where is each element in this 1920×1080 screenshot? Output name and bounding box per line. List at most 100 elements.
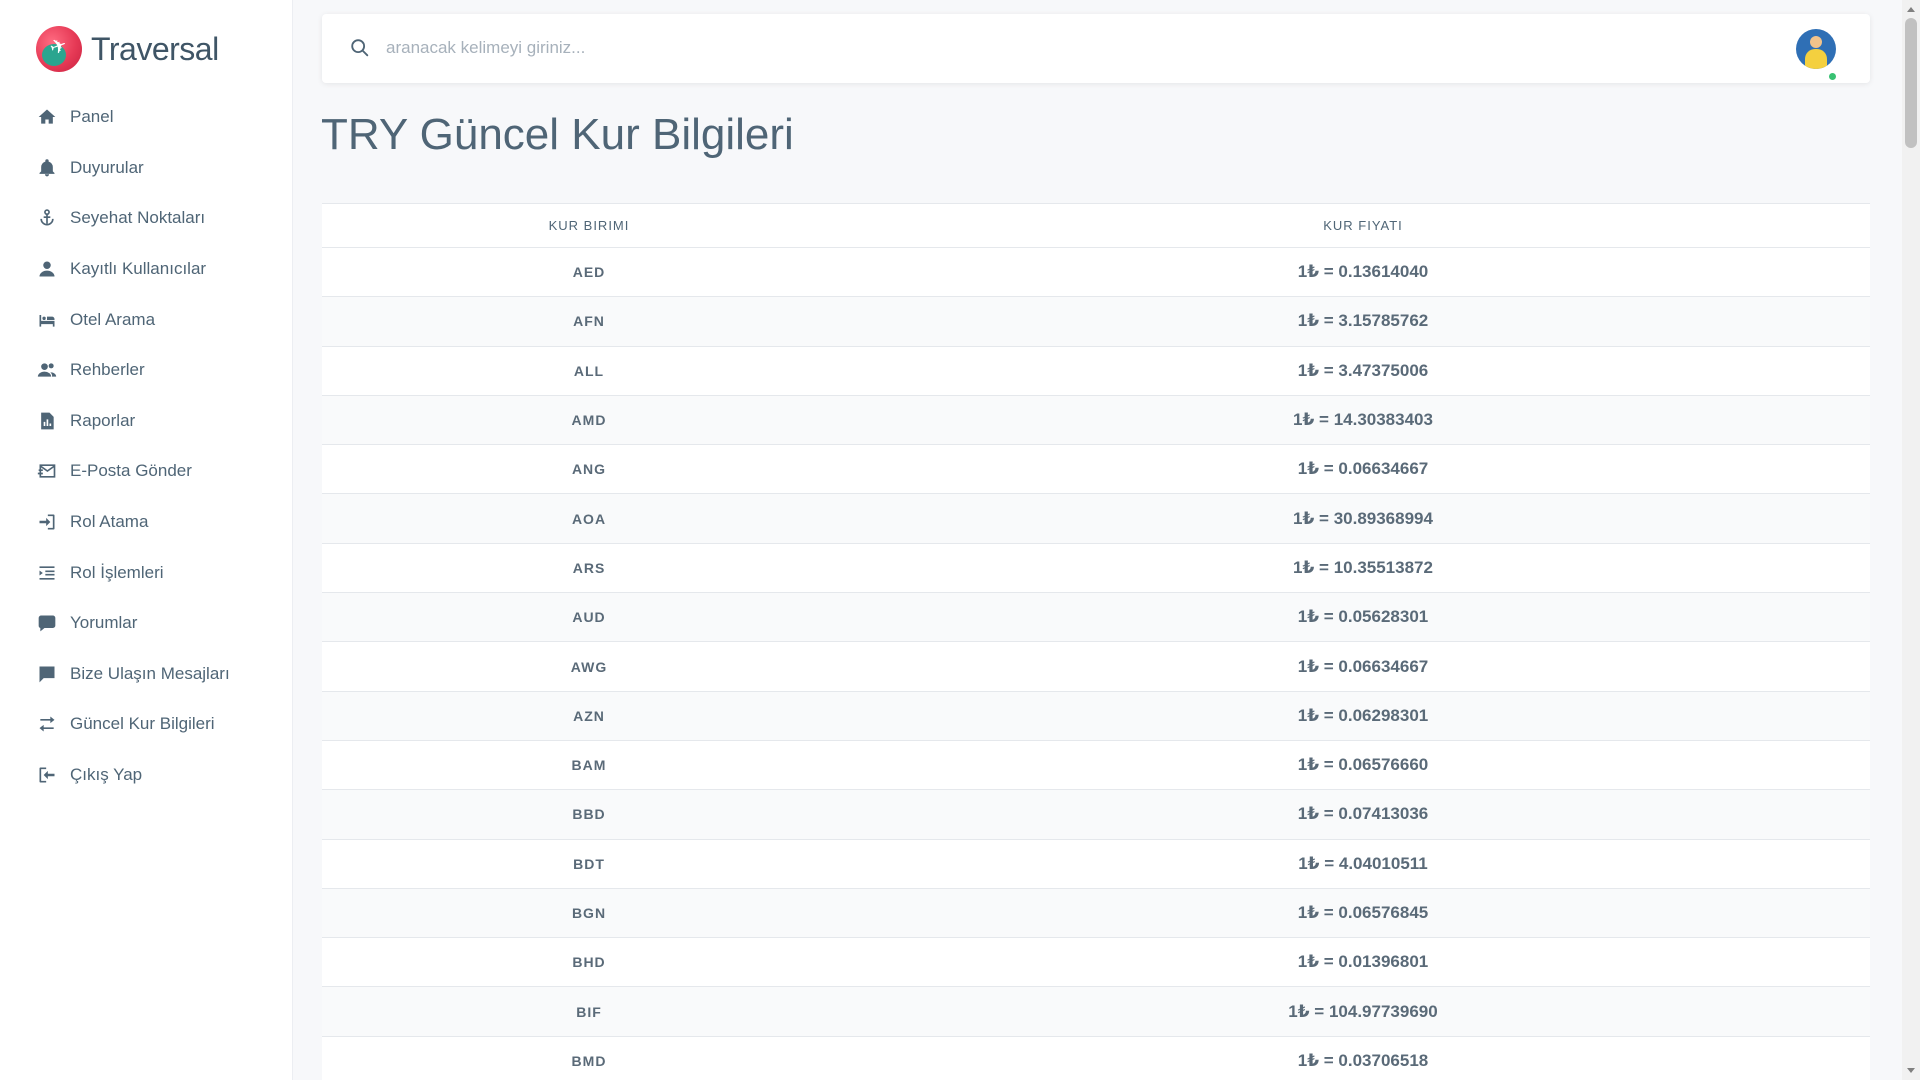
- table-row: AUD 1₺ = 0.05628301: [322, 592, 1870, 643]
- currency-code-cell: AZN: [322, 691, 856, 741]
- currency-code-cell: AUD: [322, 592, 856, 643]
- exchange-rate-cell: 1₺ = 0.06298301: [856, 691, 1870, 741]
- exchange-rate-cell: 1₺ = 14.30383403: [856, 395, 1870, 446]
- currency-code-cell: BBD: [322, 789, 856, 840]
- table-row: ARS 1₺ = 10.35513872: [322, 543, 1870, 594]
- search-input[interactable]: [386, 32, 1686, 64]
- sidebar-item-cikis-yap[interactable]: Çıkış Yap: [0, 750, 293, 801]
- sidebar-item-panel[interactable]: Panel: [0, 92, 293, 143]
- table-row: AWG 1₺ = 0.06634667: [322, 641, 1870, 692]
- table-row: AZN 1₺ = 0.06298301: [322, 691, 1870, 741]
- sidebar-item-rol-i-slemleri[interactable]: Rol İşlemleri: [0, 547, 293, 598]
- list-indent-icon: [36, 562, 58, 584]
- sidebar-item-label: Rol İşlemleri: [70, 562, 164, 582]
- exchange-rate-cell: 1₺ = 0.06634667: [856, 641, 1870, 692]
- logout-icon: [36, 764, 58, 786]
- page-scrollbar[interactable]: [1902, 0, 1920, 1080]
- exchange-rate-cell: 1₺ = 104.97739690: [856, 986, 1870, 1037]
- currency-code-cell: BGN: [322, 888, 856, 939]
- table-row: AFN 1₺ = 3.15785762: [322, 296, 1870, 347]
- sidebar-item-label: Kayıtlı Kullanıcılar: [70, 259, 207, 279]
- table-row: BAM 1₺ = 0.06576660: [322, 740, 1870, 791]
- exchange-rate-cell: 1₺ = 0.01396801: [856, 937, 1870, 988]
- exchange-rate-cell: 1₺ = 0.07413036: [856, 789, 1870, 840]
- users-icon: [36, 359, 58, 381]
- sidebar-item-raporlar[interactable]: Raporlar: [0, 396, 293, 447]
- comment-icon: [36, 612, 58, 634]
- currency-code-cell: AED: [322, 247, 856, 298]
- sidebar-item-seyehat-noktalari[interactable]: Seyehat Noktaları: [0, 193, 293, 244]
- exchange-rate-cell: 1₺ = 3.47375006: [856, 346, 1870, 396]
- anchor-icon: [36, 207, 58, 229]
- column-header-rate[interactable]: KUR FIYATI: [856, 203, 1870, 248]
- table-row: BHD 1₺ = 0.01396801: [322, 937, 1870, 988]
- sidebar-item-rehberler[interactable]: Rehberler: [0, 345, 293, 396]
- exchange-rate-cell: 1₺ = 0.03706518: [856, 1036, 1870, 1080]
- sidebar-item-label: Güncel Kur Bilgileri: [70, 714, 215, 734]
- table-row: ANG 1₺ = 0.06634667: [322, 444, 1870, 495]
- table-row: BIF 1₺ = 104.97739690: [322, 986, 1870, 1037]
- sidebar-item-bize-ulasin-mesajlari[interactable]: Bize Ulaşın Mesajları: [0, 649, 293, 700]
- currency-code-cell: AFN: [322, 296, 856, 347]
- table-row: BMD 1₺ = 0.03706518: [322, 1036, 1870, 1080]
- table-body: AED 1₺ = 0.13614040 AFN 1₺ = 3.15785762 ALL 1…: [322, 247, 1870, 1080]
- sidebar-item-label: Raporlar: [70, 410, 136, 430]
- exchange-icon: [36, 713, 58, 735]
- sidebar-item-kayitli-kullanicilar[interactable]: Kayıtlı Kullanıcılar: [0, 244, 293, 295]
- sidebar: Traversal Panel Duyurular Seyehat Noktalar…: [0, 0, 293, 1080]
- login-icon: [36, 511, 58, 533]
- exchange-rate-cell: 1₺ = 30.89368994: [856, 493, 1870, 544]
- avatar-body: [1805, 49, 1827, 69]
- brand-logo-icon: [36, 26, 82, 72]
- exchange-rate-cell: 1₺ = 10.35513872: [856, 543, 1870, 594]
- sidebar-item-guncel-kur-bilgileri[interactable]: Güncel Kur Bilgileri: [0, 699, 293, 750]
- table-row: ALL 1₺ = 3.47375006: [322, 346, 1870, 396]
- brand[interactable]: Traversal: [36, 26, 219, 72]
- table-row: AED 1₺ = 0.13614040: [322, 247, 1870, 298]
- sidebar-item-label: Rehberler: [70, 360, 145, 380]
- report-icon: [36, 410, 58, 432]
- search-bar: [322, 14, 1870, 83]
- sidebar-item-label: Duyurular: [70, 157, 144, 177]
- page-title: TRY Güncel Kur Bilgileri: [321, 110, 794, 159]
- bell-icon: [36, 157, 58, 179]
- scroll-thumb[interactable]: [1905, 18, 1917, 148]
- sidebar-item-label: Yorumlar: [70, 613, 138, 633]
- currency-code-cell: AOA: [322, 493, 856, 544]
- avatar[interactable]: [1796, 29, 1836, 69]
- column-header-currency[interactable]: KUR BIRIMI: [322, 203, 856, 248]
- exchange-rate-cell: 1₺ = 0.13614040: [856, 247, 1870, 298]
- currency-code-cell: BAM: [322, 740, 856, 791]
- currency-code-cell: BHD: [322, 937, 856, 988]
- table-row: BBD 1₺ = 0.07413036: [322, 789, 1870, 840]
- currency-code-cell: ANG: [322, 444, 856, 495]
- brand-name: Traversal: [91, 30, 219, 67]
- currency-code-cell: AWG: [322, 641, 856, 692]
- user-icon: [36, 258, 58, 280]
- table-row: AOA 1₺ = 30.89368994: [322, 493, 1870, 544]
- currency-code-cell: ARS: [322, 543, 856, 594]
- table-row: BGN 1₺ = 0.06576845: [322, 888, 1870, 939]
- exchange-rate-cell: 1₺ = 0.05628301: [856, 592, 1870, 643]
- currency-code-cell: BDT: [322, 839, 856, 889]
- currency-code-cell: ALL: [322, 346, 856, 396]
- sidebar-item-label: Rol Atama: [70, 512, 149, 532]
- sidebar-item-yorumlar[interactable]: Yorumlar: [0, 598, 293, 649]
- sidebar-item-label: Çıkış Yap: [70, 765, 143, 785]
- currency-code-cell: BIF: [322, 986, 856, 1037]
- exchange-rate-cell: 1₺ = 4.04010511: [856, 839, 1870, 889]
- online-status-badge: [1827, 71, 1838, 82]
- table-row: AMD 1₺ = 14.30383403: [322, 395, 1870, 446]
- search-icon[interactable]: [349, 37, 371, 59]
- sidebar-item-label: Panel: [70, 107, 114, 127]
- sidebar-item-duyurular[interactable]: Duyurular: [0, 143, 293, 194]
- sidebar-nav: Panel Duyurular Seyehat Noktaları Kayıtlı K…: [0, 92, 293, 800]
- table-row: BDT 1₺ = 4.04010511: [322, 839, 1870, 889]
- sidebar-item-e-posta-gonder[interactable]: E-Posta Gönder: [0, 446, 293, 497]
- sidebar-item-rol-atama[interactable]: Rol Atama: [0, 497, 293, 548]
- scroll-down-arrow-icon[interactable]: [1907, 1068, 1915, 1073]
- currency-code-cell: AMD: [322, 395, 856, 446]
- currency-table: KUR BIRIMI KUR FIYATI AED 1₺ = 0.13614040…: [322, 203, 1870, 1080]
- scroll-up-arrow-icon[interactable]: [1907, 7, 1915, 12]
- sidebar-item-otel-arama[interactable]: Otel Arama: [0, 294, 293, 345]
